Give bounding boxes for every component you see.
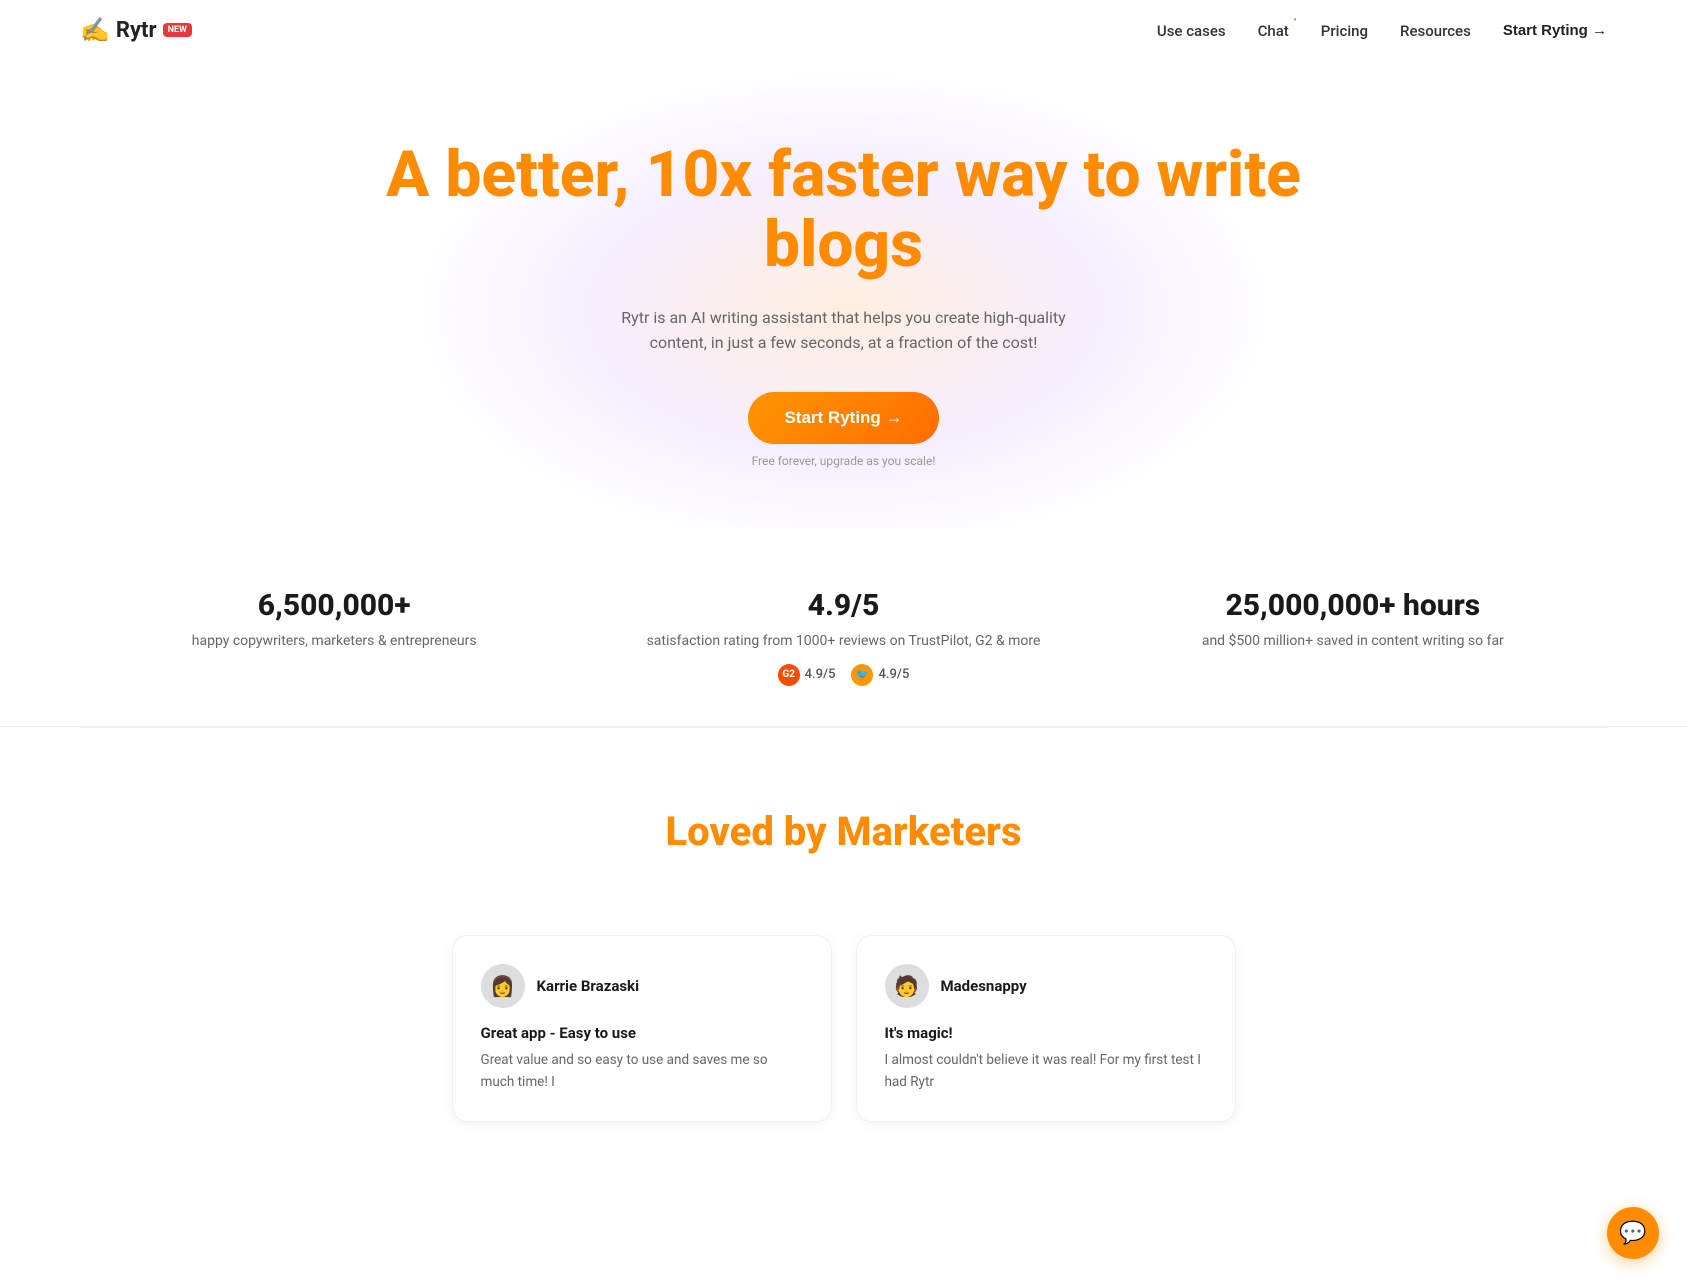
avatar-emoji-0: 👩: [490, 974, 515, 998]
testimonial-name-1: Madesnappy: [941, 977, 1027, 995]
navbar: ✍️ Rytr NEW Use cases Chat Pricing Resou…: [0, 0, 1687, 60]
g2-badge: G2 4.9/5: [778, 664, 836, 686]
logo[interactable]: ✍️ Rytr NEW: [80, 16, 192, 44]
hero-subtitle: Rytr is an AI writing assistant that hel…: [594, 305, 1094, 356]
capterra-icon: 🐦: [851, 664, 873, 686]
hero-headline-line1: A better, 10x faster way to write: [20, 140, 1667, 210]
avatar-emoji-1: 🧑: [894, 974, 919, 998]
nav-item-resources[interactable]: Resources: [1400, 22, 1471, 40]
testimonial-card-1: 🧑 Madesnappy It's magic! I almost couldn…: [856, 935, 1236, 1122]
hero-content: A better, 10x faster way to write blogs …: [20, 140, 1667, 468]
nav-links: Use cases Chat Pricing Resources Start R…: [1157, 21, 1607, 40]
stat-hours: 25,000,000+ hours and $500 million+ save…: [1099, 588, 1607, 686]
hero-cta-note: Free forever, upgrade as you scale!: [20, 454, 1667, 468]
stat-hours-desc: and $500 million+ saved in content writi…: [1139, 631, 1567, 652]
nav-item-pricing[interactable]: Pricing: [1321, 22, 1368, 40]
stat-rating-desc: satisfaction rating from 1000+ reviews o…: [629, 631, 1057, 652]
logo-badge: NEW: [163, 23, 192, 37]
loved-section: Loved by Marketers: [0, 728, 1687, 935]
stat-rating-number: 4.9/5: [629, 588, 1057, 623]
g2-icon: G2: [778, 664, 800, 686]
hero-cta-wrap: Start Ryting → Free forever, upgrade as …: [20, 392, 1667, 468]
capterra-rating: 4.9/5: [878, 667, 909, 682]
loved-title: Loved by Marketers: [40, 808, 1647, 855]
testimonial-review-title-1: It's magic!: [885, 1024, 1207, 1042]
testimonial-text-0: Great value and so easy to use and saves…: [481, 1050, 803, 1093]
stat-hours-number: 25,000,000+ hours: [1139, 588, 1567, 623]
stat-users: 6,500,000+ happy copywriters, marketers …: [80, 588, 589, 686]
testimonial-avatar-1: 🧑: [885, 964, 929, 1008]
testimonial-header-1: 🧑 Madesnappy: [885, 964, 1207, 1008]
hero-section: A better, 10x faster way to write blogs …: [0, 60, 1687, 528]
stat-users-number: 6,500,000+: [120, 588, 548, 623]
logo-icon: ✍️: [80, 16, 110, 44]
capterra-badge: 🐦 4.9/5: [851, 664, 909, 686]
loved-title-prefix: Loved by: [666, 808, 837, 855]
logo-text: Rytr: [116, 18, 157, 43]
nav-start-ryting-button[interactable]: Start Ryting →: [1503, 22, 1607, 39]
loved-title-highlight: Marketers: [836, 808, 1021, 855]
stat-users-desc: happy copywriters, marketers & entrepren…: [120, 631, 548, 652]
g2-rating: 4.9/5: [805, 667, 836, 682]
testimonial-text-1: I almost couldn't believe it was real! F…: [885, 1050, 1207, 1093]
nav-item-use-cases[interactable]: Use cases: [1157, 22, 1226, 40]
chat-bubble-icon: 💬: [1619, 1221, 1646, 1246]
hero-headline-highlight: blogs: [20, 210, 1667, 280]
testimonial-avatar-0: 👩: [481, 964, 525, 1008]
testimonial-header-0: 👩 Karrie Brazaski: [481, 964, 803, 1008]
nav-item-chat[interactable]: Chat: [1258, 22, 1289, 40]
stats-section: 6,500,000+ happy copywriters, marketers …: [0, 528, 1687, 727]
stat-rating: 4.9/5 satisfaction rating from 1000+ rev…: [589, 588, 1098, 686]
stat-rating-badges: G2 4.9/5 🐦 4.9/5: [629, 664, 1057, 686]
testimonial-card-0: 👩 Karrie Brazaski Great app - Easy to us…: [452, 935, 832, 1122]
hero-cta-button[interactable]: Start Ryting →: [748, 392, 938, 444]
testimonial-name-0: Karrie Brazaski: [537, 977, 640, 995]
chat-bubble-button[interactable]: 💬: [1607, 1207, 1659, 1259]
testimonial-review-title-0: Great app - Easy to use: [481, 1024, 803, 1042]
testimonials-container: 👩 Karrie Brazaski Great app - Easy to us…: [0, 935, 1687, 1122]
hero-headline: A better, 10x faster way to write blogs: [20, 140, 1667, 281]
